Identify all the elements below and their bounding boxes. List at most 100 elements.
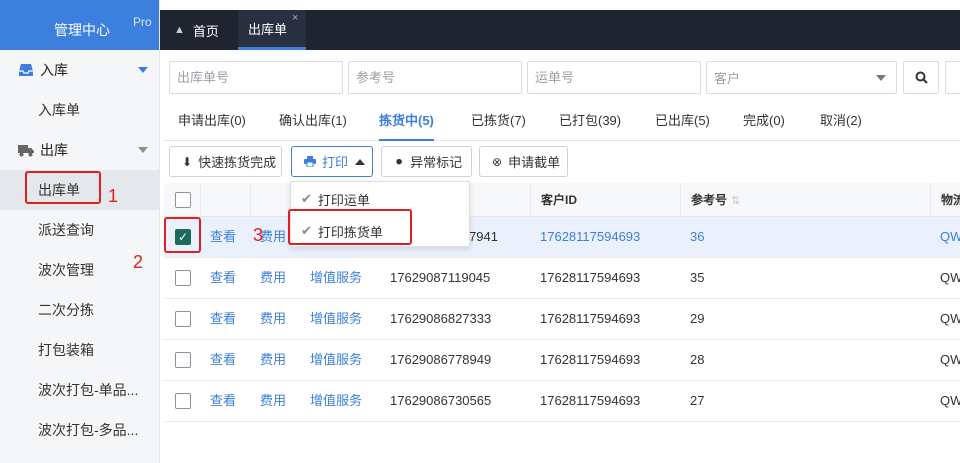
button-label: 打印 [322,155,349,170]
annotation-number-3: 3 [253,225,264,245]
tab-home[interactable]: ▲ 首页 [160,10,238,50]
sidebar-item-delivery-query[interactable]: 派送查询 [0,210,159,250]
reference-cell: 28 [690,352,705,367]
tab-cancelled[interactable]: 取消(2) [820,103,862,141]
tab-picking[interactable]: 拣货中(5) [379,103,434,141]
quick-pick-complete-button[interactable]: ⬇ 快速拣货完成 [169,146,282,177]
inbox-icon [19,64,33,76]
sidebar-item-secondary-sort[interactable]: 二次分拣 [0,290,159,330]
exception-mark-button[interactable]: ⚫ 异常标记 [381,146,472,177]
request-cut-order-button[interactable]: ⊗ 申请截单 [479,146,568,177]
tab-packed[interactable]: 已打包(39) [559,103,621,141]
sidebar-item-label: 入库单 [38,102,80,118]
more-filter-button[interactable] [945,61,960,94]
caret-down-icon [876,75,886,81]
tab-label: 首页 [192,23,219,39]
customer-select[interactable]: 客户 [706,61,897,94]
annotation-box-2 [164,217,201,253]
reference-cell: 35 [690,270,705,285]
top-tab-bar: ▲ 首页 出库单 × [160,10,960,50]
header-label: 参考号 [691,193,728,207]
sidebar-group-label: 出库 [40,142,68,158]
status-tabs: 申请出库(0) 确认出库(1) 拣货中(5) 已拣货(7) 已打包(39) 已出… [164,103,960,141]
order-no-field[interactable] [169,61,343,94]
fee-link[interactable]: 费用 [260,299,286,339]
view-link[interactable]: 查看 [210,258,236,298]
order-id-cell: 17629086778949 [390,352,492,367]
tab-picked[interactable]: 已拣货(7) [471,103,526,141]
brand-header[interactable]: 管理中心 Pro [0,0,159,50]
print-button[interactable]: 打印 [291,146,373,177]
view-link[interactable]: 查看 [210,217,236,257]
order-id-cell: 17629087119045 [390,270,491,285]
value-added-service-link[interactable]: 增值服务 [310,340,362,380]
sidebar-group-outbound[interactable]: 出库 [0,130,159,170]
printer-icon [304,156,316,167]
value-added-service-link[interactable]: 增值服务 [310,381,362,421]
fee-link[interactable]: 费用 [260,217,286,257]
reference-no-input[interactable] [356,70,521,85]
order-no-input[interactable] [177,70,342,85]
view-link[interactable]: 查看 [210,299,236,339]
sidebar-item-wave-pack-multi[interactable]: 波次打包-多品... [0,410,159,450]
close-icon[interactable]: × [292,12,298,24]
sidebar-item-packing[interactable]: 打包装箱 [0,330,159,370]
table-row[interactable]: 查看 费用 增值服务 17629086730565 17628117594693… [164,381,960,422]
sidebar-item-label: 打包装箱 [38,342,94,358]
tab-completed[interactable]: 完成(0) [743,103,785,141]
logistics-link[interactable]: QW [940,217,960,257]
value-added-service-link[interactable]: 增值服务 [310,299,362,339]
logistics-cell: QW [940,352,960,367]
sidebar-item-label: 波次管理 [38,262,94,278]
tab-shipped[interactable]: 已出库(5) [655,103,710,141]
row-checkbox[interactable] [175,270,191,286]
reference-no-field[interactable] [348,61,522,94]
sidebar-item-label: 二次分拣 [38,302,94,318]
header-reference[interactable]: 参考号 ⇅ [680,183,930,217]
tab-apply-outbound[interactable]: 申请出库(0) [178,103,246,141]
view-link[interactable]: 查看 [210,381,236,421]
reference-link[interactable]: 36 [690,217,704,257]
fee-link[interactable]: 费用 [260,258,286,298]
row-checkbox[interactable] [175,311,191,327]
sidebar-item-label: 波次打包-单品... [38,382,139,398]
logistics-cell: QW [940,270,960,285]
sidebar-item-label: 波次打包-多品... [38,422,139,438]
select-all-checkbox[interactable] [175,192,191,208]
customer-id-cell: 17628117594693 [540,352,641,367]
waybill-no-field[interactable] [527,61,701,94]
logistics-cell: QW [940,311,960,326]
header-customer-id[interactable]: 客户ID [530,183,680,217]
chevron-down-icon [138,147,148,153]
search-icon [915,71,928,84]
sidebar-group-inbound[interactable]: 入库 [0,50,159,90]
customer-select-placeholder: 客户 [714,71,741,86]
header-label: 客户ID [541,193,578,207]
customer-id-link[interactable]: 17628117594693 [540,217,640,257]
view-link[interactable]: 查看 [210,340,236,380]
table-row[interactable]: 查看 费用 增值服务 17629086827333 17628117594693… [164,299,960,340]
sort-icon[interactable]: ⇅ [731,195,740,207]
sidebar-item-wave-pack-single[interactable]: 波次打包-单品... [0,370,159,410]
lightning-icon: ⬇ [182,154,193,169]
search-button[interactable] [903,61,939,94]
customer-id-cell: 17628117594693 [540,311,641,326]
header-logistics[interactable]: 物流 [930,183,960,217]
table-row[interactable]: 查看 费用 增值服务 17629086778949 17628117594693… [164,340,960,381]
logistics-cell: QW [940,393,960,408]
value-added-service-link[interactable]: 增值服务 [310,258,362,298]
truck-icon [18,145,34,157]
waybill-no-input[interactable] [535,70,700,85]
table-row[interactable]: ✓ 查看 费用 7941 17628117594693 36 QW [164,217,960,258]
check-icon: ✔ [301,191,312,206]
fee-link[interactable]: 费用 [260,381,286,421]
tab-confirm-outbound[interactable]: 确认出库(1) [279,103,347,141]
cancel-circle-icon: ⊗ [492,154,503,169]
row-checkbox[interactable] [175,393,191,409]
annotation-box-1 [25,171,101,204]
row-checkbox[interactable] [175,352,191,368]
table-row[interactable]: 查看 费用 增值服务 17629087119045 17628117594693… [164,258,960,299]
reference-cell: 27 [690,393,705,408]
fee-link[interactable]: 费用 [260,340,286,380]
sidebar-item-inbound-order[interactable]: 入库单 [0,90,159,130]
